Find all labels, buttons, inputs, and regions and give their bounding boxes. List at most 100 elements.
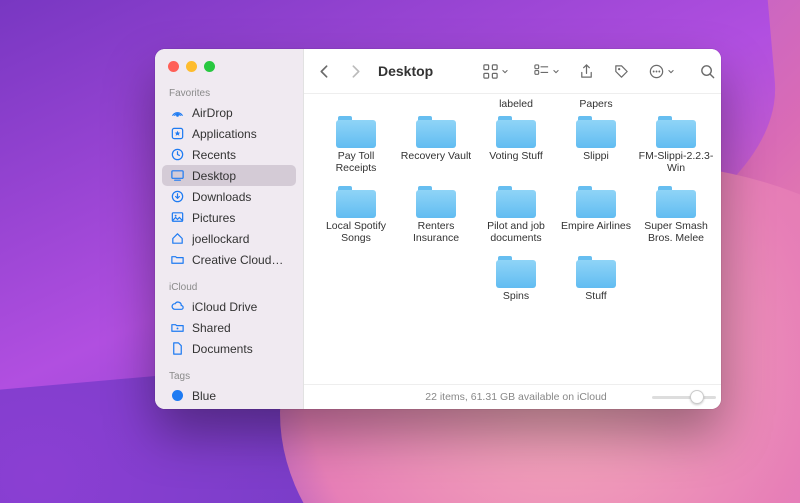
folder-name: Local Spotify Songs	[318, 220, 394, 244]
sidebar-item-label: iCloud Drive	[192, 300, 257, 314]
folder-item[interactable]: Empire Airlines	[558, 186, 634, 232]
folder-label-fragment: labeled	[478, 98, 554, 114]
share-button[interactable]	[578, 63, 595, 80]
folder-icon	[336, 116, 376, 148]
sidebar-item-blue[interactable]: Blue	[162, 385, 296, 406]
download-icon	[170, 189, 185, 204]
view-mode-button[interactable]	[482, 63, 509, 80]
home-icon	[170, 231, 185, 246]
desktop-icon	[170, 168, 185, 183]
zoom-button[interactable]	[204, 61, 215, 72]
folder-name: Super Smash Bros. Melee	[638, 220, 714, 244]
folder-name: Empire Airlines	[561, 220, 631, 232]
tag-button[interactable]	[613, 63, 630, 80]
sidebar-item-gray[interactable]: Gray	[162, 406, 296, 409]
sidebar: Favorites AirDrop Applications Recents Deskt…	[155, 49, 304, 409]
folder-item[interactable]: Spins	[478, 256, 554, 302]
sidebar-item-pictures[interactable]: Pictures	[162, 207, 296, 228]
window-title: Desktop	[378, 63, 433, 79]
folder-icon	[576, 186, 616, 218]
folder-item[interactable]: Pay Toll Receipts	[318, 116, 394, 174]
folder-name: Spins	[503, 290, 529, 302]
folder-name: Slippi	[583, 150, 609, 162]
group-button[interactable]	[533, 63, 560, 80]
sidebar-item-label: AirDrop	[192, 106, 233, 120]
folder-item[interactable]: FM-Slippi-2.2.3-Win	[638, 116, 714, 174]
toolbar: Desktop	[304, 49, 721, 94]
folder-icon	[576, 116, 616, 148]
status-text: 22 items, 61.31 GB available on iCloud	[425, 391, 607, 403]
folder-icon	[336, 186, 376, 218]
main-panel: Desktop	[304, 49, 721, 409]
sidebar-item-applications[interactable]: Applications	[162, 123, 296, 144]
folder-item[interactable]: Recovery Vault	[398, 116, 474, 162]
folder-icon	[496, 256, 536, 288]
folder-name: Stuff	[585, 290, 606, 302]
folder-item[interactable]: Super Smash Bros. Melee	[638, 186, 714, 244]
folder-icon	[416, 116, 456, 148]
sidebar-item-shared[interactable]: Shared	[162, 317, 296, 338]
sidebar-item-label: Blue	[192, 389, 216, 403]
sidebar-item-label: Shared	[192, 321, 231, 335]
shared-icon	[170, 320, 185, 335]
sidebar-item-icloud-drive[interactable]: iCloud Drive	[162, 296, 296, 317]
airdrop-icon	[170, 105, 185, 120]
folder-name: Pay Toll Receipts	[318, 150, 394, 174]
sidebar-item-downloads[interactable]: Downloads	[162, 186, 296, 207]
cloud-folder-icon	[170, 252, 185, 267]
folder-item[interactable]: Slippi	[558, 116, 634, 162]
sidebar-item-label: Recents	[192, 148, 236, 162]
folder-name: FM-Slippi-2.2.3-Win	[638, 150, 714, 174]
doc-icon	[170, 341, 185, 356]
app-icon	[170, 126, 185, 141]
folder-icon	[656, 186, 696, 218]
sidebar-item-label: joellockard	[192, 232, 249, 246]
sidebar-item-label: Documents	[192, 342, 253, 356]
folder-name: Renters Insurance	[398, 220, 474, 244]
pictures-icon	[170, 210, 185, 225]
status-bar: 22 items, 61.31 GB available on iCloud	[304, 384, 721, 409]
forward-button[interactable]	[347, 63, 364, 80]
folder-name: Papers	[579, 98, 612, 110]
sidebar-item-label: Downloads	[192, 190, 251, 204]
sidebar-section-label: Tags	[155, 363, 303, 385]
search-button[interactable]	[699, 63, 716, 80]
finder-window: Favorites AirDrop Applications Recents Deskt…	[155, 49, 721, 409]
folder-icon	[576, 256, 616, 288]
cloud-icon	[170, 299, 185, 314]
sidebar-item-desktop[interactable]: Desktop	[162, 165, 296, 186]
tag-dot	[170, 388, 185, 403]
sidebar-item-airdrop[interactable]: AirDrop	[162, 102, 296, 123]
back-button[interactable]	[316, 63, 333, 80]
folder-icon	[496, 116, 536, 148]
folder-item[interactable]: Renters Insurance	[398, 186, 474, 244]
sidebar-item-joellockard[interactable]: joellockard	[162, 228, 296, 249]
icon-size-slider[interactable]	[652, 391, 716, 403]
folder-icon	[656, 116, 696, 148]
sidebar-item-documents[interactable]: Documents	[162, 338, 296, 359]
folder-grid: labeled Papers Pay Toll Receipts Recovery V…	[304, 94, 721, 384]
sidebar-section-label: iCloud	[155, 274, 303, 296]
folder-item[interactable]: Voting Stuff	[478, 116, 554, 162]
folder-item[interactable]: Local Spotify Songs	[318, 186, 394, 244]
folder-name: Pilot and job documents	[478, 220, 554, 244]
folder-icon	[496, 186, 536, 218]
folder-name: Recovery Vault	[401, 150, 471, 162]
sidebar-section-label: Favorites	[155, 80, 303, 102]
sidebar-item-recents[interactable]: Recents	[162, 144, 296, 165]
sidebar-item-creative-cloud[interactable]: Creative Cloud…	[162, 249, 296, 270]
sidebar-item-label: Desktop	[192, 169, 236, 183]
folder-icon	[416, 186, 456, 218]
folder-name: Voting Stuff	[489, 150, 543, 162]
sidebar-item-label: Applications	[192, 127, 257, 141]
sidebar-item-label: Pictures	[192, 211, 235, 225]
clock-icon	[170, 147, 185, 162]
sidebar-item-label: Creative Cloud…	[192, 253, 283, 267]
folder-name: labeled	[499, 98, 533, 110]
folder-item[interactable]: Stuff	[558, 256, 634, 302]
minimize-button[interactable]	[186, 61, 197, 72]
window-controls	[155, 49, 303, 80]
action-menu-button[interactable]	[648, 63, 675, 80]
folder-item[interactable]: Pilot and job documents	[478, 186, 554, 244]
close-button[interactable]	[168, 61, 179, 72]
